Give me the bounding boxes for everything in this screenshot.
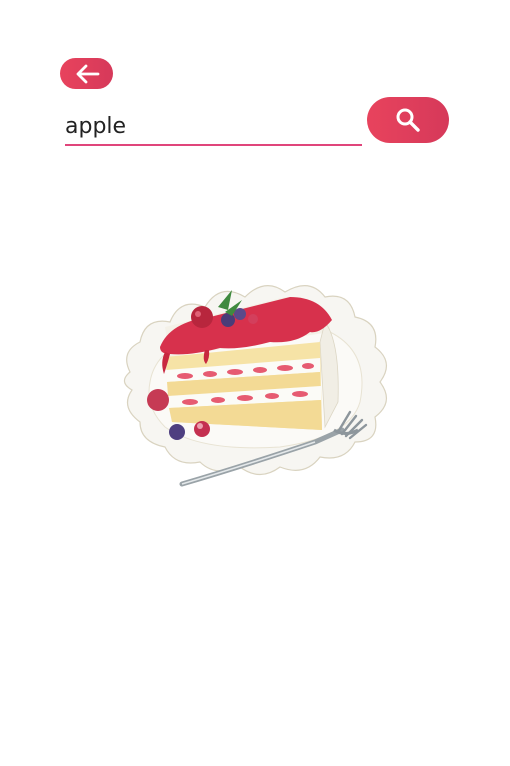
search-button[interactable] <box>367 97 449 143</box>
search-bar <box>65 100 362 147</box>
search-input[interactable] <box>65 108 362 146</box>
arrow-left-icon <box>76 64 99 83</box>
cake-illustration <box>123 285 387 487</box>
back-button[interactable] <box>60 58 113 89</box>
search-icon <box>396 108 420 132</box>
